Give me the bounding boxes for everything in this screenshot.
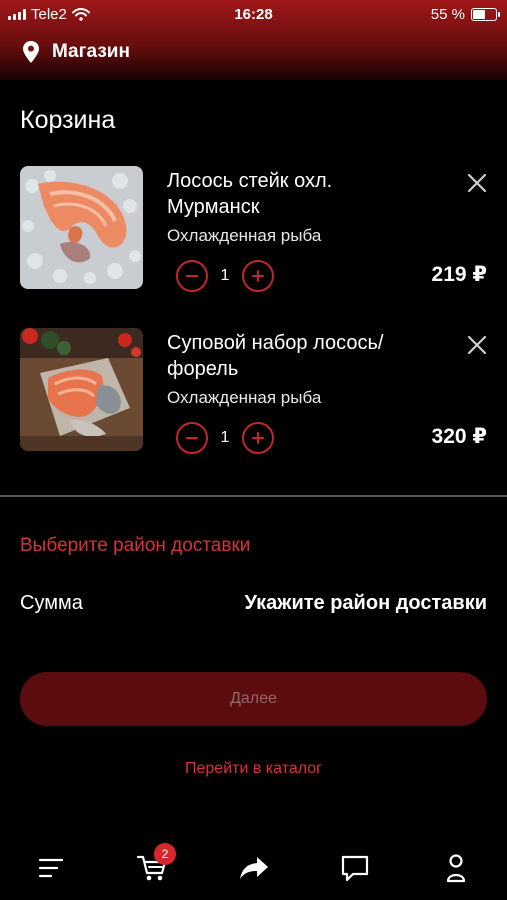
item-price: 219 ₽ (431, 263, 487, 286)
location-pin-icon (23, 41, 39, 63)
chat-icon (341, 855, 369, 882)
item-category: Охлажденная рыба (167, 226, 322, 245)
next-button[interactable]: Далее (20, 672, 487, 726)
share-icon (240, 857, 268, 879)
close-icon[interactable] (466, 172, 488, 194)
quantity-stepper: 1 (176, 422, 274, 454)
salmon-steak-image[interactable] (20, 166, 143, 289)
next-button-label: Далее (230, 690, 277, 707)
item-name: Лосось стейк охл. Мурманск (167, 170, 333, 218)
decrease-button[interactable] (176, 422, 208, 454)
battery-percent: 55 % (430, 6, 465, 23)
divider (0, 495, 507, 497)
catalog-link[interactable]: Перейти в каталог (0, 760, 507, 778)
tab-menu[interactable] (33, 850, 69, 886)
tab-chat[interactable] (337, 850, 373, 886)
bottom-tab-bar: 2 (0, 840, 507, 900)
page-title: Корзина (20, 106, 116, 134)
tab-share[interactable] (236, 850, 272, 886)
status-bar: Tele2 16:28 55 % (0, 0, 507, 30)
tab-profile[interactable] (438, 850, 474, 886)
location-selector[interactable]: Магазин (22, 40, 130, 64)
sum-value: Укажите район доставки (244, 592, 487, 614)
plus-icon (252, 432, 264, 444)
minus-icon (186, 437, 198, 439)
item-price: 320 ₽ (431, 425, 487, 448)
location-name: Магазин (52, 41, 130, 62)
sum-label: Сумма (20, 592, 83, 614)
battery-icon (471, 8, 500, 21)
close-icon[interactable] (466, 334, 488, 356)
cart-item: Лосось стейк охл. Мурманск Охлажденная р… (0, 166, 507, 294)
item-category: Охлажденная рыба (167, 388, 322, 407)
cart-item: Суповой набор лосось/форель Охлажденная … (0, 328, 507, 456)
cart-badge: 2 (154, 843, 176, 865)
increase-button[interactable] (242, 422, 274, 454)
quantity-stepper: 1 (176, 260, 274, 292)
minus-icon (186, 275, 198, 277)
delivery-district-selector[interactable]: Выберите район доставки (20, 535, 250, 557)
app-header: Tele2 16:28 55 % Магазин (0, 0, 507, 80)
profile-icon (446, 854, 466, 883)
tab-cart[interactable]: 2 (134, 843, 176, 886)
menu-icon (38, 858, 64, 878)
decrease-button[interactable] (176, 260, 208, 292)
quantity-value: 1 (220, 429, 230, 446)
increase-button[interactable] (242, 260, 274, 292)
soup-set-image[interactable] (20, 328, 143, 451)
status-right: 55 % (430, 6, 500, 23)
quantity-value: 1 (220, 267, 230, 284)
item-name: Суповой набор лосось/форель (167, 332, 384, 380)
plus-icon (252, 270, 264, 282)
